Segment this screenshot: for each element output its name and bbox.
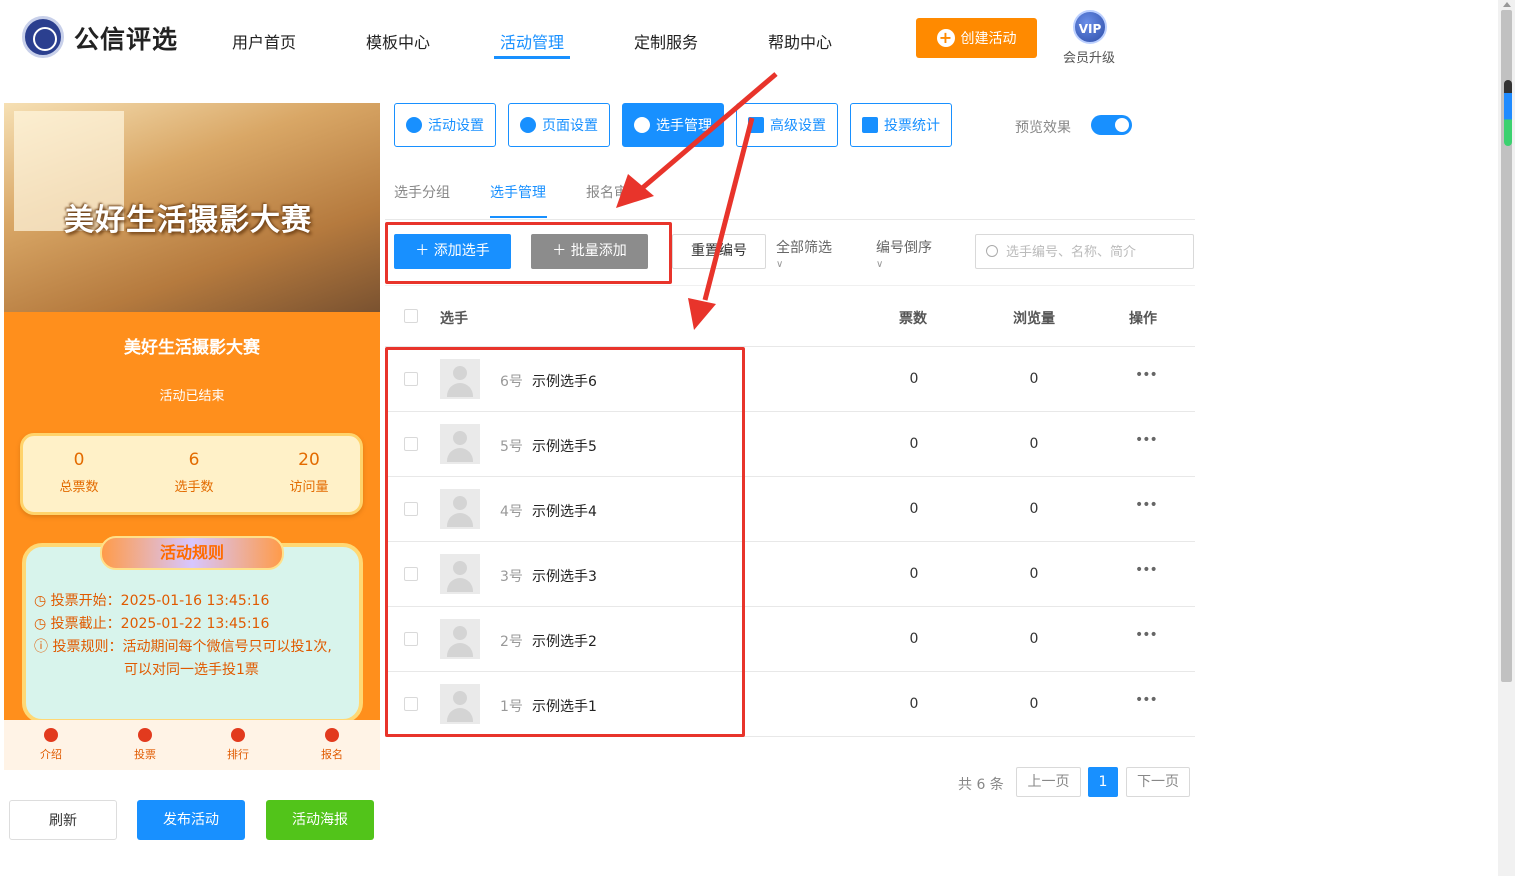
arrow-head-player-list [688,298,716,330]
side-progress-indicator [1504,80,1512,146]
annotation-arrows [616,72,778,330]
scroll-up-arrow-icon[interactable] [1503,2,1511,7]
arrow-to-add-buttons [638,72,778,192]
arrow-to-player-list [702,117,755,301]
arrow-head-add-buttons [616,174,654,208]
